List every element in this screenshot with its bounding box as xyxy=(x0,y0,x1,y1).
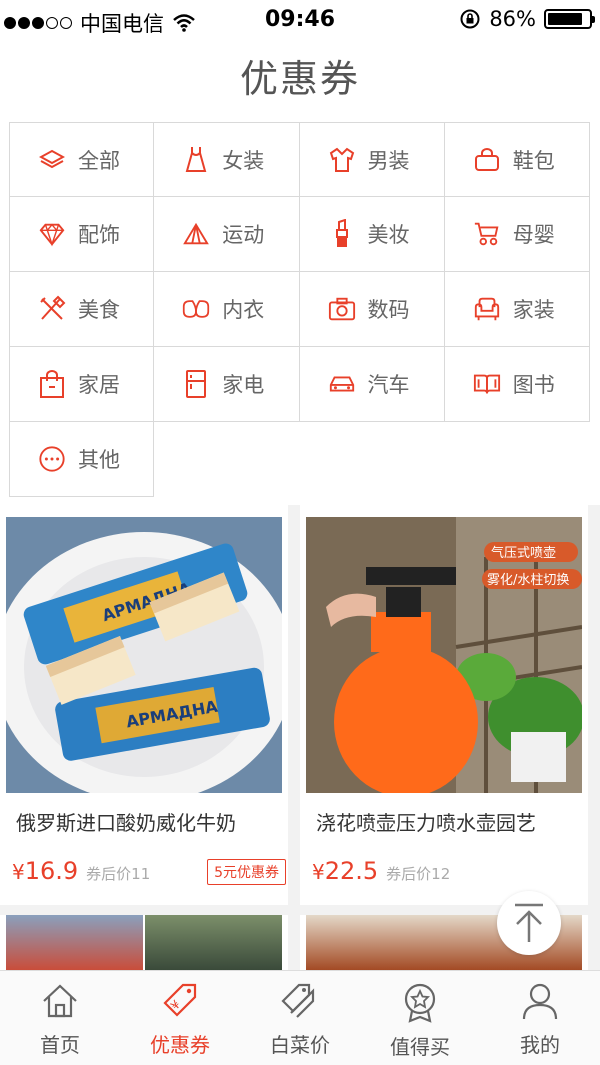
bottom-tab-bar: 首页 ¥ 优惠券 白菜价 值得买 我的 xyxy=(0,970,600,1065)
status-bar: 中国电信 09:46 86% xyxy=(0,0,600,40)
category-book[interactable]: 图书 xyxy=(444,347,590,422)
home-icon xyxy=(40,981,80,1025)
arrow-up-icon xyxy=(515,903,543,942)
product-name: 浇花喷壶压力喷水壶园艺 xyxy=(316,811,536,835)
rotation-lock-icon xyxy=(460,9,480,29)
bra-icon xyxy=(182,295,210,323)
product-image[interactable]: АРМАДНА АРМАДНА xyxy=(6,517,282,793)
category-panel: 全部 女装 男装 鞋包配饰 运动 美妆 母婴美食 内衣 数码 家装家居 家电 汽车 图书其他 xyxy=(0,110,600,505)
product-image[interactable] xyxy=(6,915,143,970)
layers-icon xyxy=(38,146,66,174)
price-row: ¥16.9 券后价11 xyxy=(12,857,150,885)
more-icon xyxy=(38,445,66,473)
category-label: 全部 xyxy=(78,148,120,173)
category-label: 内衣 xyxy=(222,298,265,322)
tab-tags[interactable]: 白菜价 xyxy=(240,971,360,1065)
category-layers[interactable]: 全部 xyxy=(9,122,155,197)
coupon-badge[interactable]: 5元优惠券 xyxy=(207,859,286,885)
status-right: 86% xyxy=(459,7,595,31)
category-lipstick[interactable]: 美妆 xyxy=(299,197,445,272)
utensils-icon xyxy=(38,295,66,323)
category-label: 数码 xyxy=(367,298,410,322)
category-label: 家电 xyxy=(222,373,265,397)
category-label: 美妆 xyxy=(367,223,410,247)
tab-home[interactable]: 首页 xyxy=(0,971,120,1065)
fridge-icon xyxy=(182,370,210,398)
category-bag[interactable]: 鞋包 xyxy=(444,122,590,197)
category-label: 鞋包 xyxy=(512,148,555,173)
coupon-tag-icon: ¥ xyxy=(159,981,201,1025)
product-name: 俄罗斯进口酸奶威化牛奶 xyxy=(16,811,236,835)
dress-icon xyxy=(182,146,210,174)
tab-label: 优惠券 xyxy=(150,1033,210,1057)
diamond-icon xyxy=(38,220,66,248)
category-label: 运动 xyxy=(222,223,265,247)
category-label: 配饰 xyxy=(78,223,120,247)
shirt-icon xyxy=(328,146,356,174)
shopping-bag-icon xyxy=(38,370,66,398)
after-coupon-price: 券后价11 xyxy=(86,865,151,883)
tab-badge-star[interactable]: 值得买 xyxy=(360,971,480,1065)
tab-label: 白菜价 xyxy=(270,1033,330,1057)
battery-percent: 86% xyxy=(489,7,536,31)
category-diamond[interactable]: 配饰 xyxy=(9,197,155,272)
product-image[interactable]: 气压式喷壶 雾化/水柱切换 xyxy=(306,517,582,793)
category-label: 母婴 xyxy=(512,223,555,247)
product-card[interactable] xyxy=(0,915,288,970)
tent-icon xyxy=(182,220,210,248)
category-label: 美食 xyxy=(78,298,120,322)
category-dress[interactable]: 女装 xyxy=(154,122,300,197)
tab-label: 首页 xyxy=(40,1033,80,1057)
product-price: ¥22.5 xyxy=(312,857,379,885)
after-coupon-price: 券后价12 xyxy=(386,865,451,883)
category-fridge[interactable]: 家电 xyxy=(154,347,300,422)
category-label: 女装 xyxy=(222,148,265,173)
svg-text:气压式喷壶: 气压式喷壶 xyxy=(491,545,556,561)
category-tent[interactable]: 运动 xyxy=(154,197,300,272)
bag-icon xyxy=(473,146,501,174)
category-grid: 全部 女装 男装 鞋包配饰 运动 美妆 母婴美食 内衣 数码 家装家居 家电 汽车 图书其他 xyxy=(9,122,590,497)
category-label: 其他 xyxy=(78,448,120,472)
category-label: 图书 xyxy=(512,373,555,397)
car-icon xyxy=(328,370,356,398)
price-row: ¥22.5 券后价12 xyxy=(312,857,450,885)
product-card[interactable]: АРМАДНА АРМАДНА 俄罗斯进口酸奶威化牛奶 ¥16.9 券后价11 xyxy=(0,505,288,905)
category-camera[interactable]: 数码 xyxy=(299,272,445,347)
tab-coupon-tag[interactable]: ¥ 优惠券 xyxy=(120,971,240,1065)
product-card[interactable]: 气压式喷壶 雾化/水柱切换 浇花喷壶压力喷水壶园艺 ¥22.5 券后价12 xyxy=(300,505,588,905)
category-armchair[interactable]: 家装 xyxy=(444,272,590,347)
product-image[interactable] xyxy=(145,915,282,970)
camera-icon xyxy=(328,295,356,323)
category-shopping-bag[interactable]: 家居 xyxy=(9,347,155,422)
lipstick-icon xyxy=(328,219,356,248)
category-more[interactable]: 其他 xyxy=(9,422,155,497)
tab-label: 值得买 xyxy=(390,1035,450,1059)
battery-icon xyxy=(544,9,595,29)
tab-user[interactable]: 我的 xyxy=(480,971,600,1065)
badge-star-icon xyxy=(400,981,440,1027)
user-icon xyxy=(520,981,560,1025)
book-icon xyxy=(473,370,501,398)
category-car[interactable]: 汽车 xyxy=(299,347,445,422)
back-to-top-button[interactable] xyxy=(497,891,561,955)
category-bra[interactable]: 内衣 xyxy=(154,272,300,347)
svg-text:雾化/水柱切换: 雾化/水柱切换 xyxy=(487,573,569,588)
category-label: 家居 xyxy=(78,373,120,397)
category-label: 男装 xyxy=(367,148,410,173)
category-stroller[interactable]: 母婴 xyxy=(444,197,590,272)
product-price: ¥16.9 xyxy=(12,857,79,885)
tab-label: 我的 xyxy=(520,1033,560,1057)
stroller-icon xyxy=(473,220,501,248)
category-label: 家装 xyxy=(512,298,555,322)
tags-icon xyxy=(279,981,321,1025)
page-header: 优惠券 xyxy=(0,40,600,110)
category-utensils[interactable]: 美食 xyxy=(9,272,155,347)
page-title: 优惠券 xyxy=(239,56,360,101)
category-shirt[interactable]: 男装 xyxy=(299,122,445,197)
armchair-icon xyxy=(473,295,501,323)
category-label: 汽车 xyxy=(367,373,410,397)
